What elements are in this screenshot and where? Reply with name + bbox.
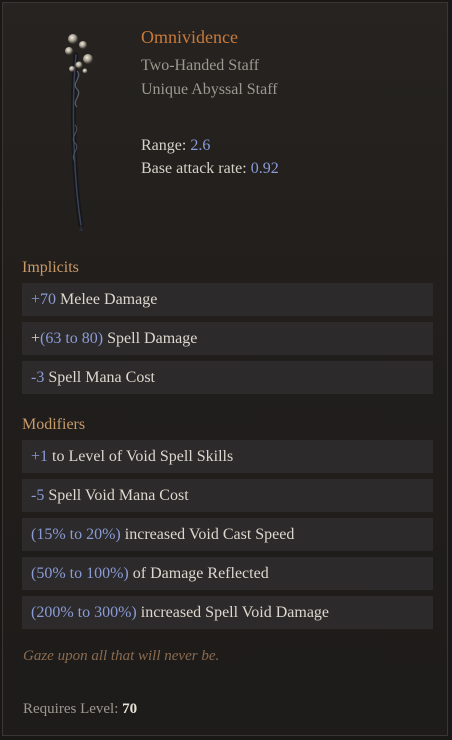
abyssal-staff-icon [65,34,93,231]
range-label: Range: [141,137,187,154]
implicit-value: (63 to 80) [40,330,104,347]
implicit-text: Melee Damage [56,291,158,308]
implicit-row: +(63 to 80) Spell Damage [22,322,433,355]
modifier-value: (50% to 100%) [31,565,129,582]
modifier-row: (15% to 20%) increased Void Cast Speed [22,518,433,551]
item-type-line: Two-Handed Staff [141,57,260,74]
implicits-heading: Implicits [22,259,79,276]
implicit-value: +70 [31,291,57,308]
modifier-row: (50% to 100%) of Damage Reflected [22,557,433,590]
item-name: Omnividence [141,27,238,47]
modifier-value: (200% to 300%) [31,604,137,621]
modifier-text: Spell Void Mana Cost [44,487,189,504]
implicit-text: Spell Mana Cost [44,369,155,386]
implicit-value: -3 [31,369,45,386]
modifiers-heading: Modifiers [22,416,86,433]
requirement-level: 70 [122,701,138,717]
range-stat: Range: 2.6 [141,137,210,155]
modifier-row: -5 Spell Void Mana Cost [22,479,433,512]
implicit-row: -3 Spell Mana Cost [22,361,433,394]
range-value: 2.6 [190,137,211,154]
modifier-value: +1 [31,448,49,465]
modifier-row: +1 to Level of Void Spell Skills [22,440,433,473]
attack-rate-stat: Base attack rate: 0.92 [141,160,279,178]
item-base-line: Unique Abyssal Staff [141,81,278,98]
implicit-prefix: + [31,330,41,347]
flavor-text: Gaze upon all that will never be. [23,648,220,664]
level-requirement: Requires Level: 70 [23,701,137,718]
implicit-row: +70 Melee Damage [22,283,433,316]
attack-rate-label: Base attack rate: [141,160,247,177]
modifier-text: increased Spell Void Damage [136,604,330,621]
modifier-text: of Damage Reflected [128,565,269,582]
item-tooltip: Omnividence Two-Handed Staff Unique Abys… [2,2,448,736]
modifier-text: to Level of Void Spell Skills [48,448,234,465]
modifier-text: increased Void Cast Speed [120,526,295,543]
modifier-row: (200% to 300%) increased Spell Void Dama… [22,596,433,629]
attack-rate-value: 0.92 [250,160,279,177]
modifier-value: -5 [31,487,45,504]
modifier-value: (15% to 20%) [31,526,121,543]
implicit-text: Spell Damage [103,330,198,347]
requirement-label: Requires Level: [23,701,123,717]
